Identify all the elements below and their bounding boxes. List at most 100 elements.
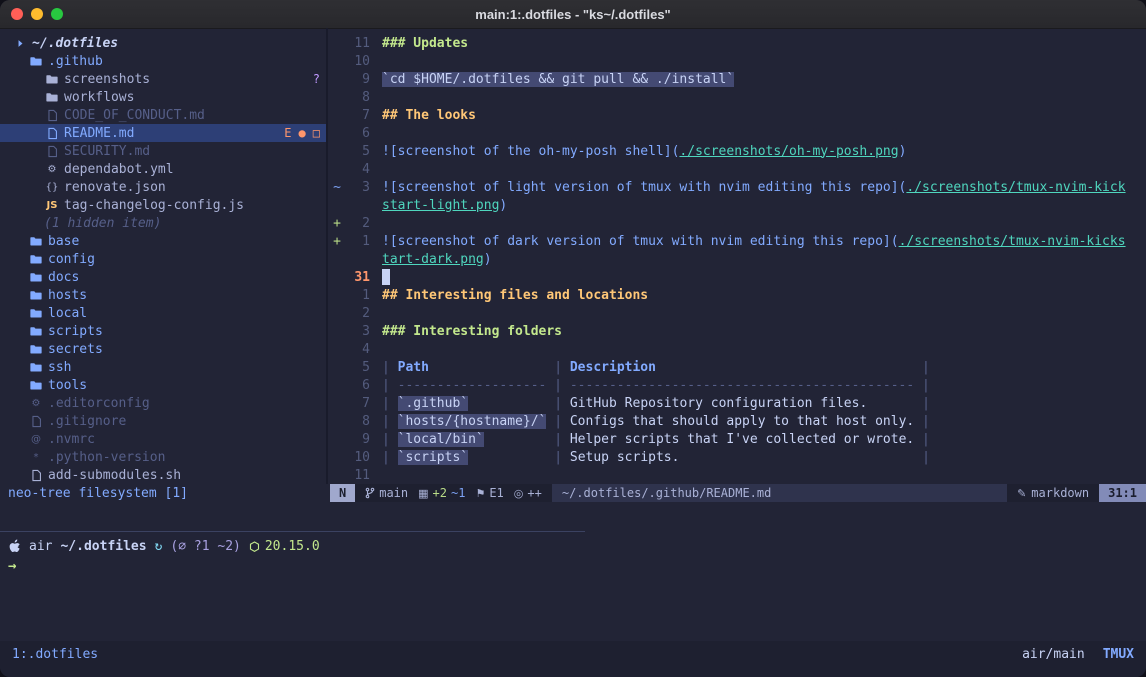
editor-line[interactable]: +2 — [330, 214, 1146, 232]
editor-line[interactable]: 4 — [330, 160, 1146, 178]
lsp-icon: ◎ — [514, 487, 524, 500]
shell-cwd: ~/.dotfiles — [60, 539, 146, 554]
tree-item-gitignore[interactable]: .gitignore — [0, 412, 326, 430]
text-segment: ) — [499, 198, 507, 213]
editor-line[interactable]: 11 — [330, 466, 1146, 484]
editor-line[interactable]: 7## The looks — [330, 106, 1146, 124]
editor-line[interactable]: 3### Interesting folders — [330, 322, 1146, 340]
tree-item-code-of-conduct-md[interactable]: CODE_OF_CONDUCT.md — [0, 106, 326, 124]
tree-item-dotfiles[interactable]: ~/.dotfiles — [0, 34, 326, 52]
file-icon — [44, 109, 60, 122]
editor-line[interactable]: 6 — [330, 124, 1146, 142]
tree-item-1-hidden-item[interactable]: (1 hidden item) — [0, 214, 326, 232]
editor-line[interactable]: 10| `scripts` | Setup scripts. | — [330, 448, 1146, 466]
line-number: 7 — [344, 396, 370, 411]
line-number: 6 — [344, 378, 370, 393]
tree-item-nvmrc[interactable]: @.nvmrc — [0, 430, 326, 448]
tree-item-workflows[interactable]: workflows — [0, 88, 326, 106]
pane-separator[interactable] — [326, 28, 328, 484]
editor-line[interactable]: 5| Path | Description | — [330, 358, 1146, 376]
text-segment: tart-dark.png — [382, 252, 484, 267]
editor-buffer[interactable]: 11### Updates109`cd $HOME/.dotfiles && g… — [330, 34, 1146, 484]
tree-item-renovate-json[interactable]: {}renovate.json — [0, 178, 326, 196]
text-segment: | ------------------- | ----------------… — [382, 378, 930, 393]
editor-line[interactable]: 5![screenshot of the oh-my-posh shell](.… — [330, 142, 1146, 160]
tree-item-label: hosts — [48, 288, 87, 303]
text-segment: Setup scripts. — [570, 450, 680, 465]
tree-item-github[interactable]: .github — [0, 52, 326, 70]
line-number: 3 — [344, 324, 370, 339]
editor-line[interactable]: 7| `.github` | GitHub Repository configu… — [330, 394, 1146, 412]
editor-line[interactable]: tart-dark.png) — [330, 250, 1146, 268]
git-branch[interactable]: main — [365, 486, 408, 500]
text-segment — [679, 450, 914, 465]
text-segment: | — [546, 450, 569, 465]
tmux-pane-border[interactable] — [0, 531, 585, 532]
close-button[interactable] — [11, 8, 23, 20]
tree-item-config[interactable]: config — [0, 250, 326, 268]
tree-item-tools[interactable]: tools — [0, 376, 326, 394]
editor-line[interactable]: 4 — [330, 340, 1146, 358]
editor-line[interactable]: 9`cd $HOME/.dotfiles && git pull && ./in… — [330, 70, 1146, 88]
lsp-count: ++ — [527, 486, 541, 500]
tree-item-label: dependabot.yml — [64, 162, 174, 177]
editor-line[interactable]: 6 | ------------------- | ---------------… — [330, 376, 1146, 394]
tree-item-screenshots[interactable]: screenshots? — [0, 70, 326, 88]
tree-item-secrets[interactable]: secrets — [0, 340, 326, 358]
tree-item-ssh[interactable]: ssh — [0, 358, 326, 376]
tree-item-editorconfig[interactable]: ⚙.editorconfig — [0, 394, 326, 412]
diff-modified: ~1 — [451, 486, 465, 500]
traffic-lights — [11, 8, 63, 20]
tree-item-docs[interactable]: docs — [0, 268, 326, 286]
shell-input-line[interactable]: → — [8, 558, 16, 574]
tree-item-scripts[interactable]: scripts — [0, 322, 326, 340]
editor-line[interactable]: 8 — [330, 88, 1146, 106]
tmux-window-name[interactable]: 1:.dotfiles — [12, 647, 98, 662]
text-segment: | — [546, 414, 569, 429]
git-status-badge: ? — [313, 72, 320, 86]
editor-line[interactable]: 31 — [330, 268, 1146, 286]
zoom-button[interactable] — [51, 8, 63, 20]
tree-item-label: .python-version — [48, 450, 165, 465]
editor-line[interactable]: start-light.png) — [330, 196, 1146, 214]
tree-item-readme-md[interactable]: README.mdE●□ — [0, 124, 326, 142]
folder-icon — [28, 271, 44, 283]
git-status-badge: ● — [299, 126, 306, 140]
text-segment: ) — [899, 144, 907, 159]
neo-tree-status: neo-tree filesystem [1] — [8, 484, 188, 502]
tree-item-hosts[interactable]: hosts — [0, 286, 326, 304]
neo-tree-sidebar: ~/.dotfiles.githubscreenshots?workflowsC… — [0, 34, 326, 484]
text-segment: | — [914, 396, 930, 411]
text-segment: ./screenshots/tmux-nvim-kick — [906, 180, 1125, 195]
text-segment: start-light.png — [382, 198, 499, 213]
editor-line[interactable]: +1![screenshot of dark version of tmux w… — [330, 232, 1146, 250]
text-segment: ./screenshots/tmux-nvim-kicks — [899, 234, 1126, 249]
editor-line[interactable]: 2 — [330, 304, 1146, 322]
tree-item-label: .nvmrc — [48, 432, 95, 447]
tree-item-security-md[interactable]: SECURITY.md — [0, 142, 326, 160]
minimize-button[interactable] — [31, 8, 43, 20]
tree-item-dependabot-yml[interactable]: ⚙dependabot.yml — [0, 160, 326, 178]
tree-item-add-submodules-sh[interactable]: add-submodules.sh — [0, 466, 326, 484]
folder-icon — [28, 379, 44, 391]
editor-line[interactable]: 8| `hosts/{hostname}/` | Configs that sh… — [330, 412, 1146, 430]
editor-line[interactable]: 9| `local/bin` | Helper scripts that I'v… — [330, 430, 1146, 448]
tree-item-label: docs — [48, 270, 79, 285]
editor-line[interactable]: 1## Interesting files and locations — [330, 286, 1146, 304]
tree-item-local[interactable]: local — [0, 304, 326, 322]
file-icon — [28, 469, 44, 482]
shell-prompt-line[interactable]: air ~/.dotfiles ↻ (⌀ ?1 ~2) 20.15.0 — [8, 537, 320, 556]
text-segment: | — [546, 396, 569, 411]
line-number: 11 — [344, 36, 370, 51]
text-segment: | — [382, 360, 398, 375]
tree-item-python-version[interactable]: * .python-version — [0, 448, 326, 466]
asterisk-icon: * — [28, 452, 44, 463]
tree-item-tag-changelog-config-js[interactable]: JStag-changelog-config.js — [0, 196, 326, 214]
editor-line[interactable]: 11### Updates — [330, 34, 1146, 52]
editor-line[interactable]: ~3![screenshot of light version of tmux … — [330, 178, 1146, 196]
editor-line[interactable]: 10 — [330, 52, 1146, 70]
statusline: N main ▦ +2 ~1 ⚑ E1 ◎ ++ ~/.dotfiles/.gi… — [330, 484, 1146, 502]
window-title: main:1:.dotfiles - "ks~/.dotfiles" — [475, 7, 670, 22]
tree-item-base[interactable]: base — [0, 232, 326, 250]
text-segment: | — [914, 414, 930, 429]
